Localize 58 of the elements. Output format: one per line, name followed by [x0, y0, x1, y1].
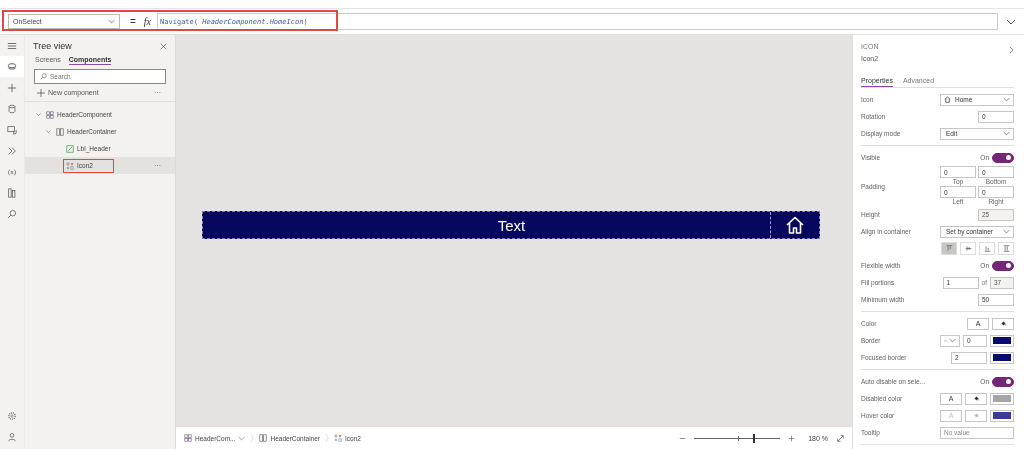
- component-icon: [46, 110, 54, 119]
- color-swatch[interactable]: [990, 334, 1014, 347]
- chevron-down-icon: [949, 338, 956, 343]
- align-button[interactable]: [960, 242, 976, 255]
- chevron-right-icon[interactable]: [1009, 46, 1014, 54]
- search-icon: [40, 73, 47, 80]
- panel-title: Tree view: [33, 41, 72, 51]
- chevron-down-icon: [1003, 229, 1010, 234]
- align-icon: [945, 245, 953, 252]
- container-icon: [56, 127, 64, 136]
- fullscreen-icon[interactable]: [837, 434, 844, 442]
- toggle-switch[interactable]: [992, 376, 1014, 387]
- chevron-down-icon: [1003, 131, 1010, 136]
- align-icon: [964, 245, 972, 252]
- header-text: Text: [496, 216, 527, 234]
- line-style-dropdown[interactable]: [940, 334, 960, 347]
- toggle-switch[interactable]: [992, 260, 1014, 271]
- expand-chevron-icon[interactable]: [1006, 18, 1016, 25]
- toggle-switch[interactable]: [992, 152, 1014, 163]
- chevron-down-icon[interactable]: [35, 111, 42, 118]
- align-icon: [983, 245, 991, 252]
- align-button[interactable]: [941, 242, 957, 255]
- align-icon: [1002, 245, 1010, 252]
- media-icon[interactable]: [7, 124, 17, 135]
- zoom-in-icon[interactable]: [788, 434, 796, 442]
- color-swatch[interactable]: [990, 409, 1014, 422]
- plus-icon: [37, 88, 45, 97]
- paint-bucket-icon: [999, 320, 1007, 327]
- header-bar[interactable]: Text: [202, 211, 820, 239]
- paint-bucket-icon: [972, 395, 980, 402]
- align-button[interactable]: [979, 242, 995, 255]
- shapes-icon: [334, 434, 342, 442]
- home-icon: [944, 96, 951, 103]
- database-icon[interactable]: [7, 103, 17, 114]
- shapes-icon: [66, 161, 74, 170]
- plus-icon[interactable]: [7, 82, 17, 93]
- color-swatch[interactable]: [990, 392, 1014, 405]
- chevron-down-icon: [108, 19, 115, 24]
- paint-bucket-icon: [972, 412, 980, 419]
- container-icon: [259, 434, 268, 442]
- edit-icon: [66, 144, 74, 153]
- menu-icon[interactable]: [7, 40, 17, 51]
- person-icon[interactable]: [7, 431, 17, 442]
- chevron-down-icon: [1003, 97, 1010, 102]
- chevron-down-icon[interactable]: [45, 128, 52, 135]
- layers-icon[interactable]: [7, 61, 17, 72]
- settings-icon[interactable]: [7, 410, 17, 421]
- component-icon: [184, 434, 192, 442]
- library-icon[interactable]: [7, 187, 17, 198]
- home-icon: [785, 215, 805, 235]
- fx-label: fx: [143, 16, 152, 27]
- close-icon[interactable]: [160, 42, 167, 50]
- color-swatch[interactable]: [990, 351, 1014, 364]
- align-button[interactable]: [998, 242, 1014, 255]
- double-chevron-icon[interactable]: [7, 145, 17, 156]
- separator-icon: [250, 433, 255, 443]
- search-icon[interactable]: [7, 208, 17, 219]
- equals-sign: =: [130, 16, 136, 27]
